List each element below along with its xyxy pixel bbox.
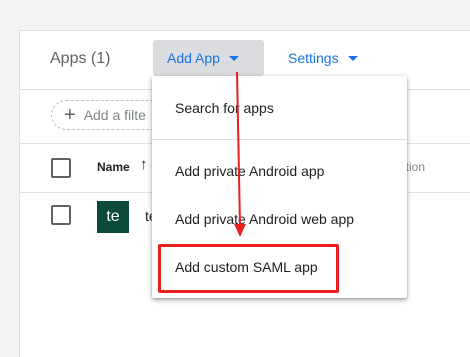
chevron-down-icon — [228, 55, 239, 61]
add-app-button[interactable]: Add App — [153, 40, 264, 76]
select-all-checkbox[interactable] — [51, 158, 71, 178]
column-header-name[interactable]: Name — [97, 160, 130, 174]
menu-item-add-private-android-web-app[interactable]: Add private Android web app — [152, 195, 407, 243]
row-checkbox[interactable] — [51, 205, 71, 225]
menu-item-search-for-apps[interactable]: Search for apps — [152, 84, 407, 132]
menu-item-add-private-android-app[interactable]: Add private Android app — [152, 147, 407, 195]
settings-button[interactable]: Settings — [288, 40, 358, 76]
page-title: Apps (1) — [50, 50, 111, 67]
avatar: te — [97, 201, 129, 233]
chevron-down-icon — [347, 55, 358, 61]
menu-divider — [152, 139, 407, 140]
settings-label: Settings — [288, 50, 339, 66]
filter-placeholder: Add a filte — [83, 107, 146, 123]
sort-arrow-up-icon[interactable]: ↑ — [140, 156, 148, 173]
plus-icon: + — [64, 104, 76, 126]
annotation-highlight-box — [158, 244, 339, 293]
add-app-label: Add App — [167, 50, 220, 66]
